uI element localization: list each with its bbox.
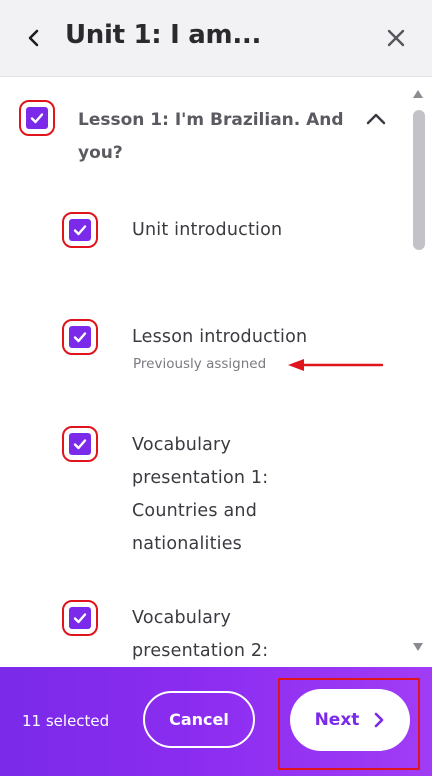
lesson-checkbox[interactable] [19, 100, 55, 136]
item-checkbox-unit-introduction[interactable] [62, 212, 98, 248]
scrollbar-thumb[interactable] [413, 110, 425, 250]
close-button[interactable] [380, 22, 412, 54]
back-button[interactable] [18, 22, 50, 54]
check-icon [73, 225, 87, 236]
action-footer: 11 selected Cancel Next [0, 667, 432, 776]
item-checkbox-lesson-introduction[interactable] [62, 319, 98, 355]
previously-assigned-note: Previously assigned [133, 356, 267, 372]
item-label-lesson-introduction[interactable]: Lesson introduction [132, 321, 382, 354]
next-button[interactable]: Next [290, 689, 410, 751]
panel-header: Unit 1: I am... [0, 0, 432, 77]
check-icon [30, 113, 44, 124]
check-icon [73, 439, 87, 450]
cancel-button-label: Cancel [169, 710, 229, 729]
next-button-label: Next [314, 710, 360, 730]
scroll-up-arrow-icon[interactable] [412, 89, 424, 99]
selected-count: 11 selected [22, 712, 110, 730]
chevron-left-icon [28, 29, 39, 47]
item-label-vocabulary-presentation-2[interactable]: Vocabulary presentation 2: [132, 602, 292, 667]
scroll-down-arrow-icon[interactable] [412, 642, 424, 652]
annotation-arrow-icon [288, 359, 384, 371]
collapse-lesson-button[interactable] [363, 106, 389, 132]
content-list: Lesson 1: I'm Brazilian. And you? Unit i… [0, 78, 432, 667]
item-checkbox-vocabulary-presentation-1[interactable] [62, 426, 98, 462]
item-label-vocabulary-presentation-1[interactable]: Vocabulary presentation 1: Countries and… [132, 429, 292, 561]
item-label-unit-introduction[interactable]: Unit introduction [132, 214, 382, 247]
chevron-right-icon [375, 712, 384, 728]
check-icon [73, 613, 87, 624]
assign-content-panel: Unit 1: I am... Lesson 1: I'm Brazilian.… [0, 0, 432, 776]
page-title: Unit 1: I am... [65, 20, 262, 50]
item-checkbox-vocabulary-presentation-2[interactable] [62, 600, 98, 636]
close-icon [387, 29, 405, 47]
lesson-label[interactable]: Lesson 1: I'm Brazilian. And you? [78, 104, 358, 170]
cancel-button[interactable]: Cancel [143, 691, 255, 748]
chevron-up-icon [366, 113, 386, 125]
check-icon [73, 332, 87, 343]
